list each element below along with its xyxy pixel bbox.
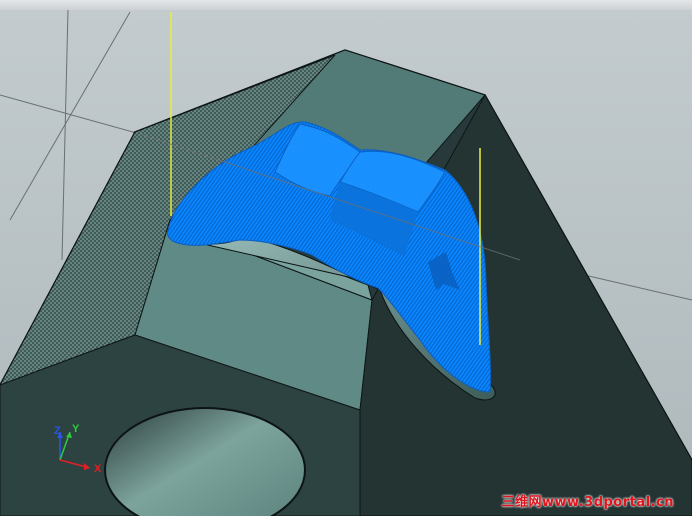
z-axis-label: Z (54, 425, 61, 437)
x-axis-arrowhead (84, 463, 90, 470)
site-watermark: 三维网www.3dportal.cn (501, 495, 674, 510)
y-axis-label: Y (72, 423, 80, 435)
axis-triad[interactable]: Z Y X (46, 420, 116, 480)
x-axis-label: X (94, 463, 102, 475)
cam-3d-viewport[interactable]: Z Y X 三维网www.3dportal.cn (0, 0, 692, 516)
